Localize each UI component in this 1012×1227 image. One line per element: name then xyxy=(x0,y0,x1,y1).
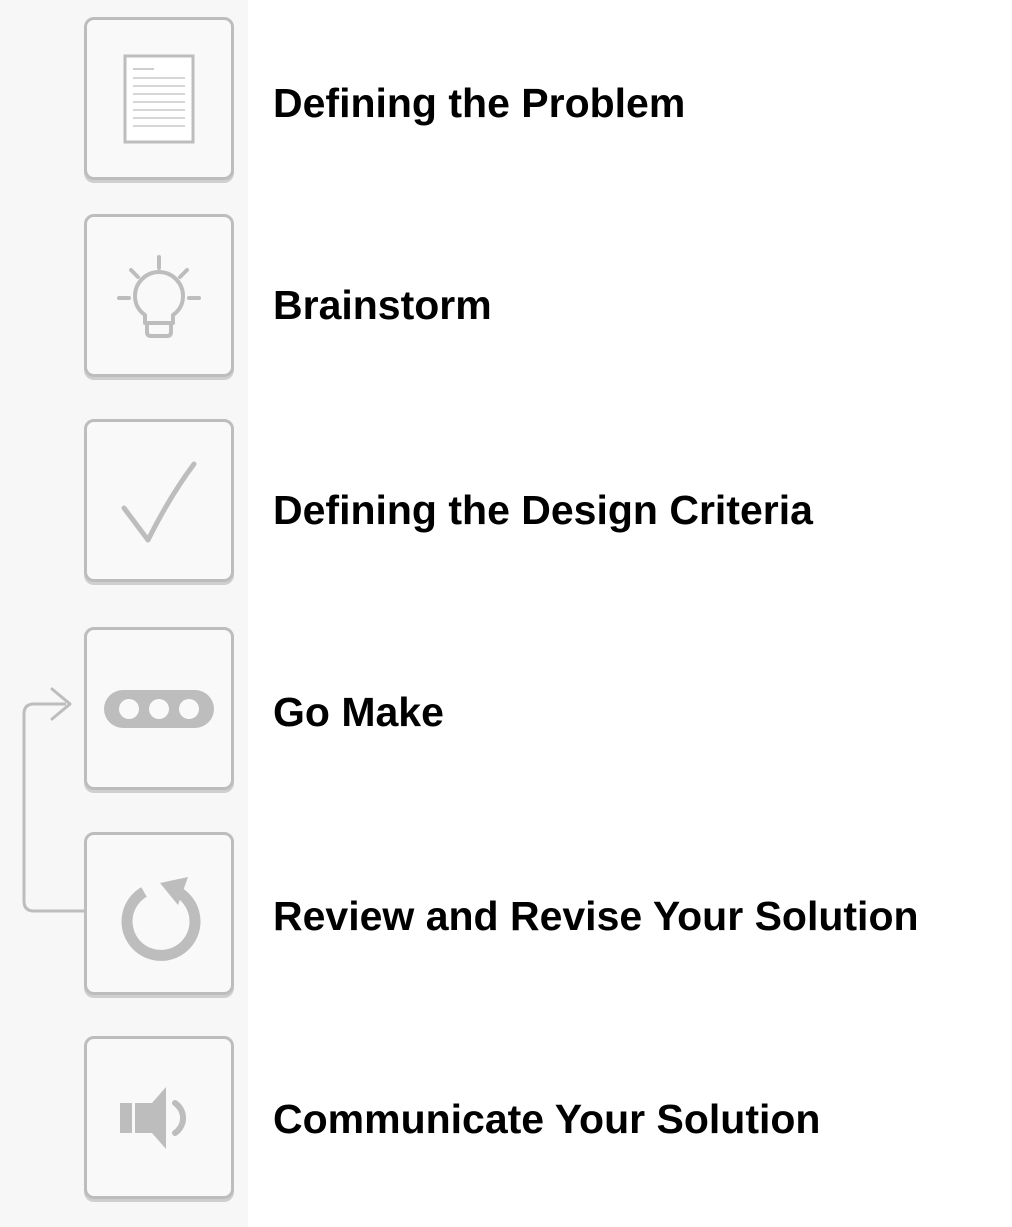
checkmark-icon xyxy=(121,461,197,542)
refresh-icon xyxy=(121,876,201,961)
dots-icon xyxy=(104,689,214,728)
step-label-design-criteria: Defining the Design Criteria xyxy=(273,487,813,533)
step-box-communicate[interactable] xyxy=(84,1036,234,1199)
step-box-defining-problem[interactable] xyxy=(84,17,234,180)
speaker-icon xyxy=(120,1086,186,1149)
step-label-review-revise: Review and Revise Your Solution xyxy=(273,893,919,939)
step-box-brainstorm[interactable] xyxy=(84,214,234,377)
step-box-review-revise[interactable] xyxy=(84,832,234,995)
step-label-go-make: Go Make xyxy=(273,689,444,735)
step-label-brainstorm: Brainstorm xyxy=(273,282,492,328)
step-label-communicate: Communicate Your Solution xyxy=(273,1096,821,1142)
step-box-design-criteria[interactable] xyxy=(84,419,234,582)
step-label-defining-problem: Defining the Problem xyxy=(273,80,686,126)
lightbulb-icon xyxy=(117,254,201,338)
step-box-go-make[interactable] xyxy=(84,627,234,790)
document-icon xyxy=(123,54,195,143)
